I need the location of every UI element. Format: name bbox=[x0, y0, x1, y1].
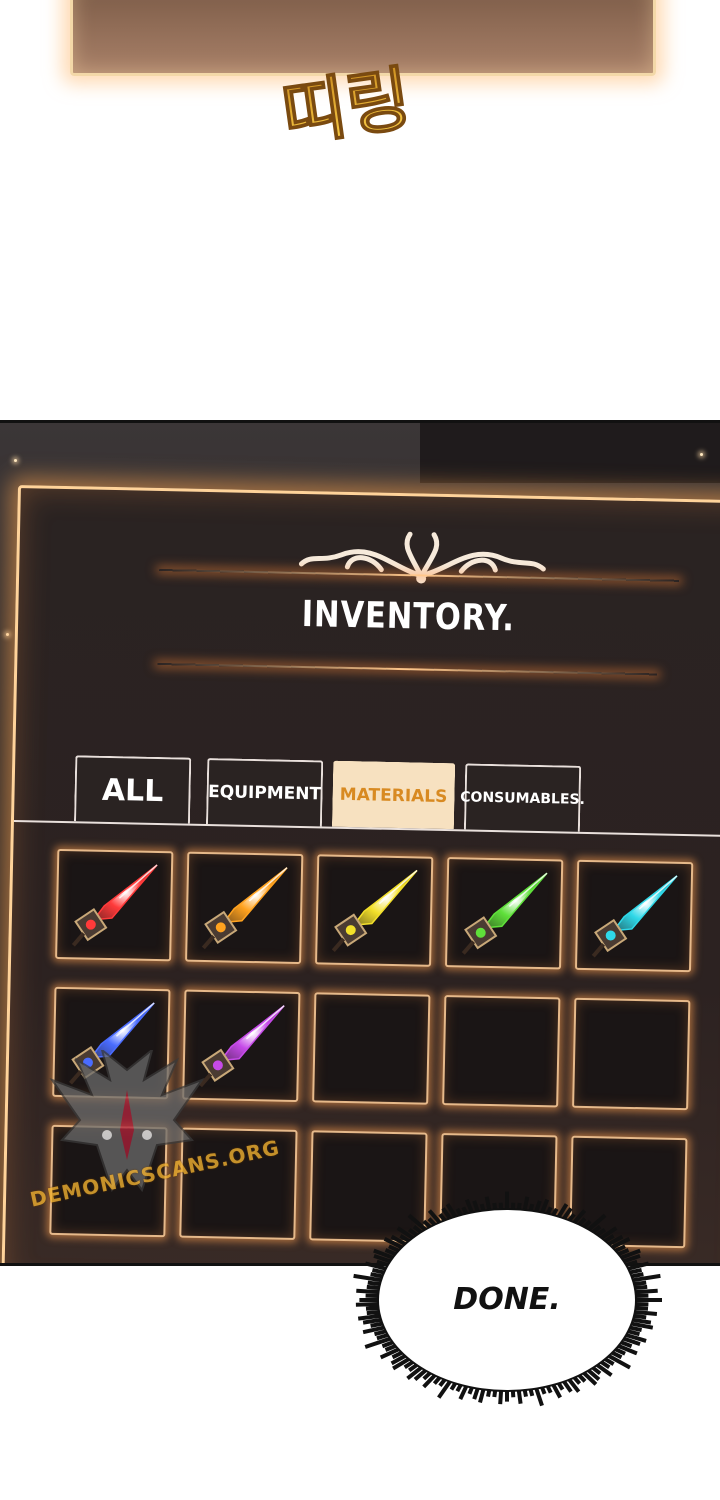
inventory-grid bbox=[49, 848, 717, 1249]
tab-materials[interactable]: MATERIALS bbox=[331, 760, 456, 830]
crystal-shard-icon bbox=[71, 864, 158, 947]
tab-consumables[interactable]: CONSUMABLES. bbox=[460, 763, 585, 832]
inventory-slot-empty[interactable] bbox=[572, 997, 691, 1111]
crystal-shard-icon bbox=[461, 872, 548, 955]
crystal-shard-icon bbox=[331, 869, 418, 953]
inventory-slot-empty[interactable] bbox=[442, 995, 561, 1108]
inventory-slot[interactable] bbox=[574, 859, 694, 973]
sound-effect: 띠링 bbox=[278, 57, 417, 158]
background-wall bbox=[420, 423, 720, 483]
inventory-slot[interactable] bbox=[55, 848, 174, 962]
speech-text: DONE. bbox=[453, 1282, 561, 1317]
sound-effect-text: 띠링 bbox=[278, 57, 416, 156]
inventory-slot[interactable] bbox=[185, 851, 304, 965]
inventory-slot[interactable] bbox=[444, 857, 564, 970]
crystal-shard-icon bbox=[201, 867, 288, 950]
inventory-slot[interactable] bbox=[315, 854, 434, 967]
inventory-title: INVENTORY. bbox=[301, 593, 516, 640]
inventory-slot-empty[interactable] bbox=[312, 992, 431, 1105]
divider-bottom bbox=[157, 662, 658, 676]
tab-equipment[interactable]: EQUIPMENT bbox=[205, 758, 324, 827]
ornament-icon bbox=[298, 531, 546, 584]
crystal-shard-icon bbox=[591, 875, 678, 958]
tab-all[interactable]: ALL bbox=[73, 755, 192, 824]
